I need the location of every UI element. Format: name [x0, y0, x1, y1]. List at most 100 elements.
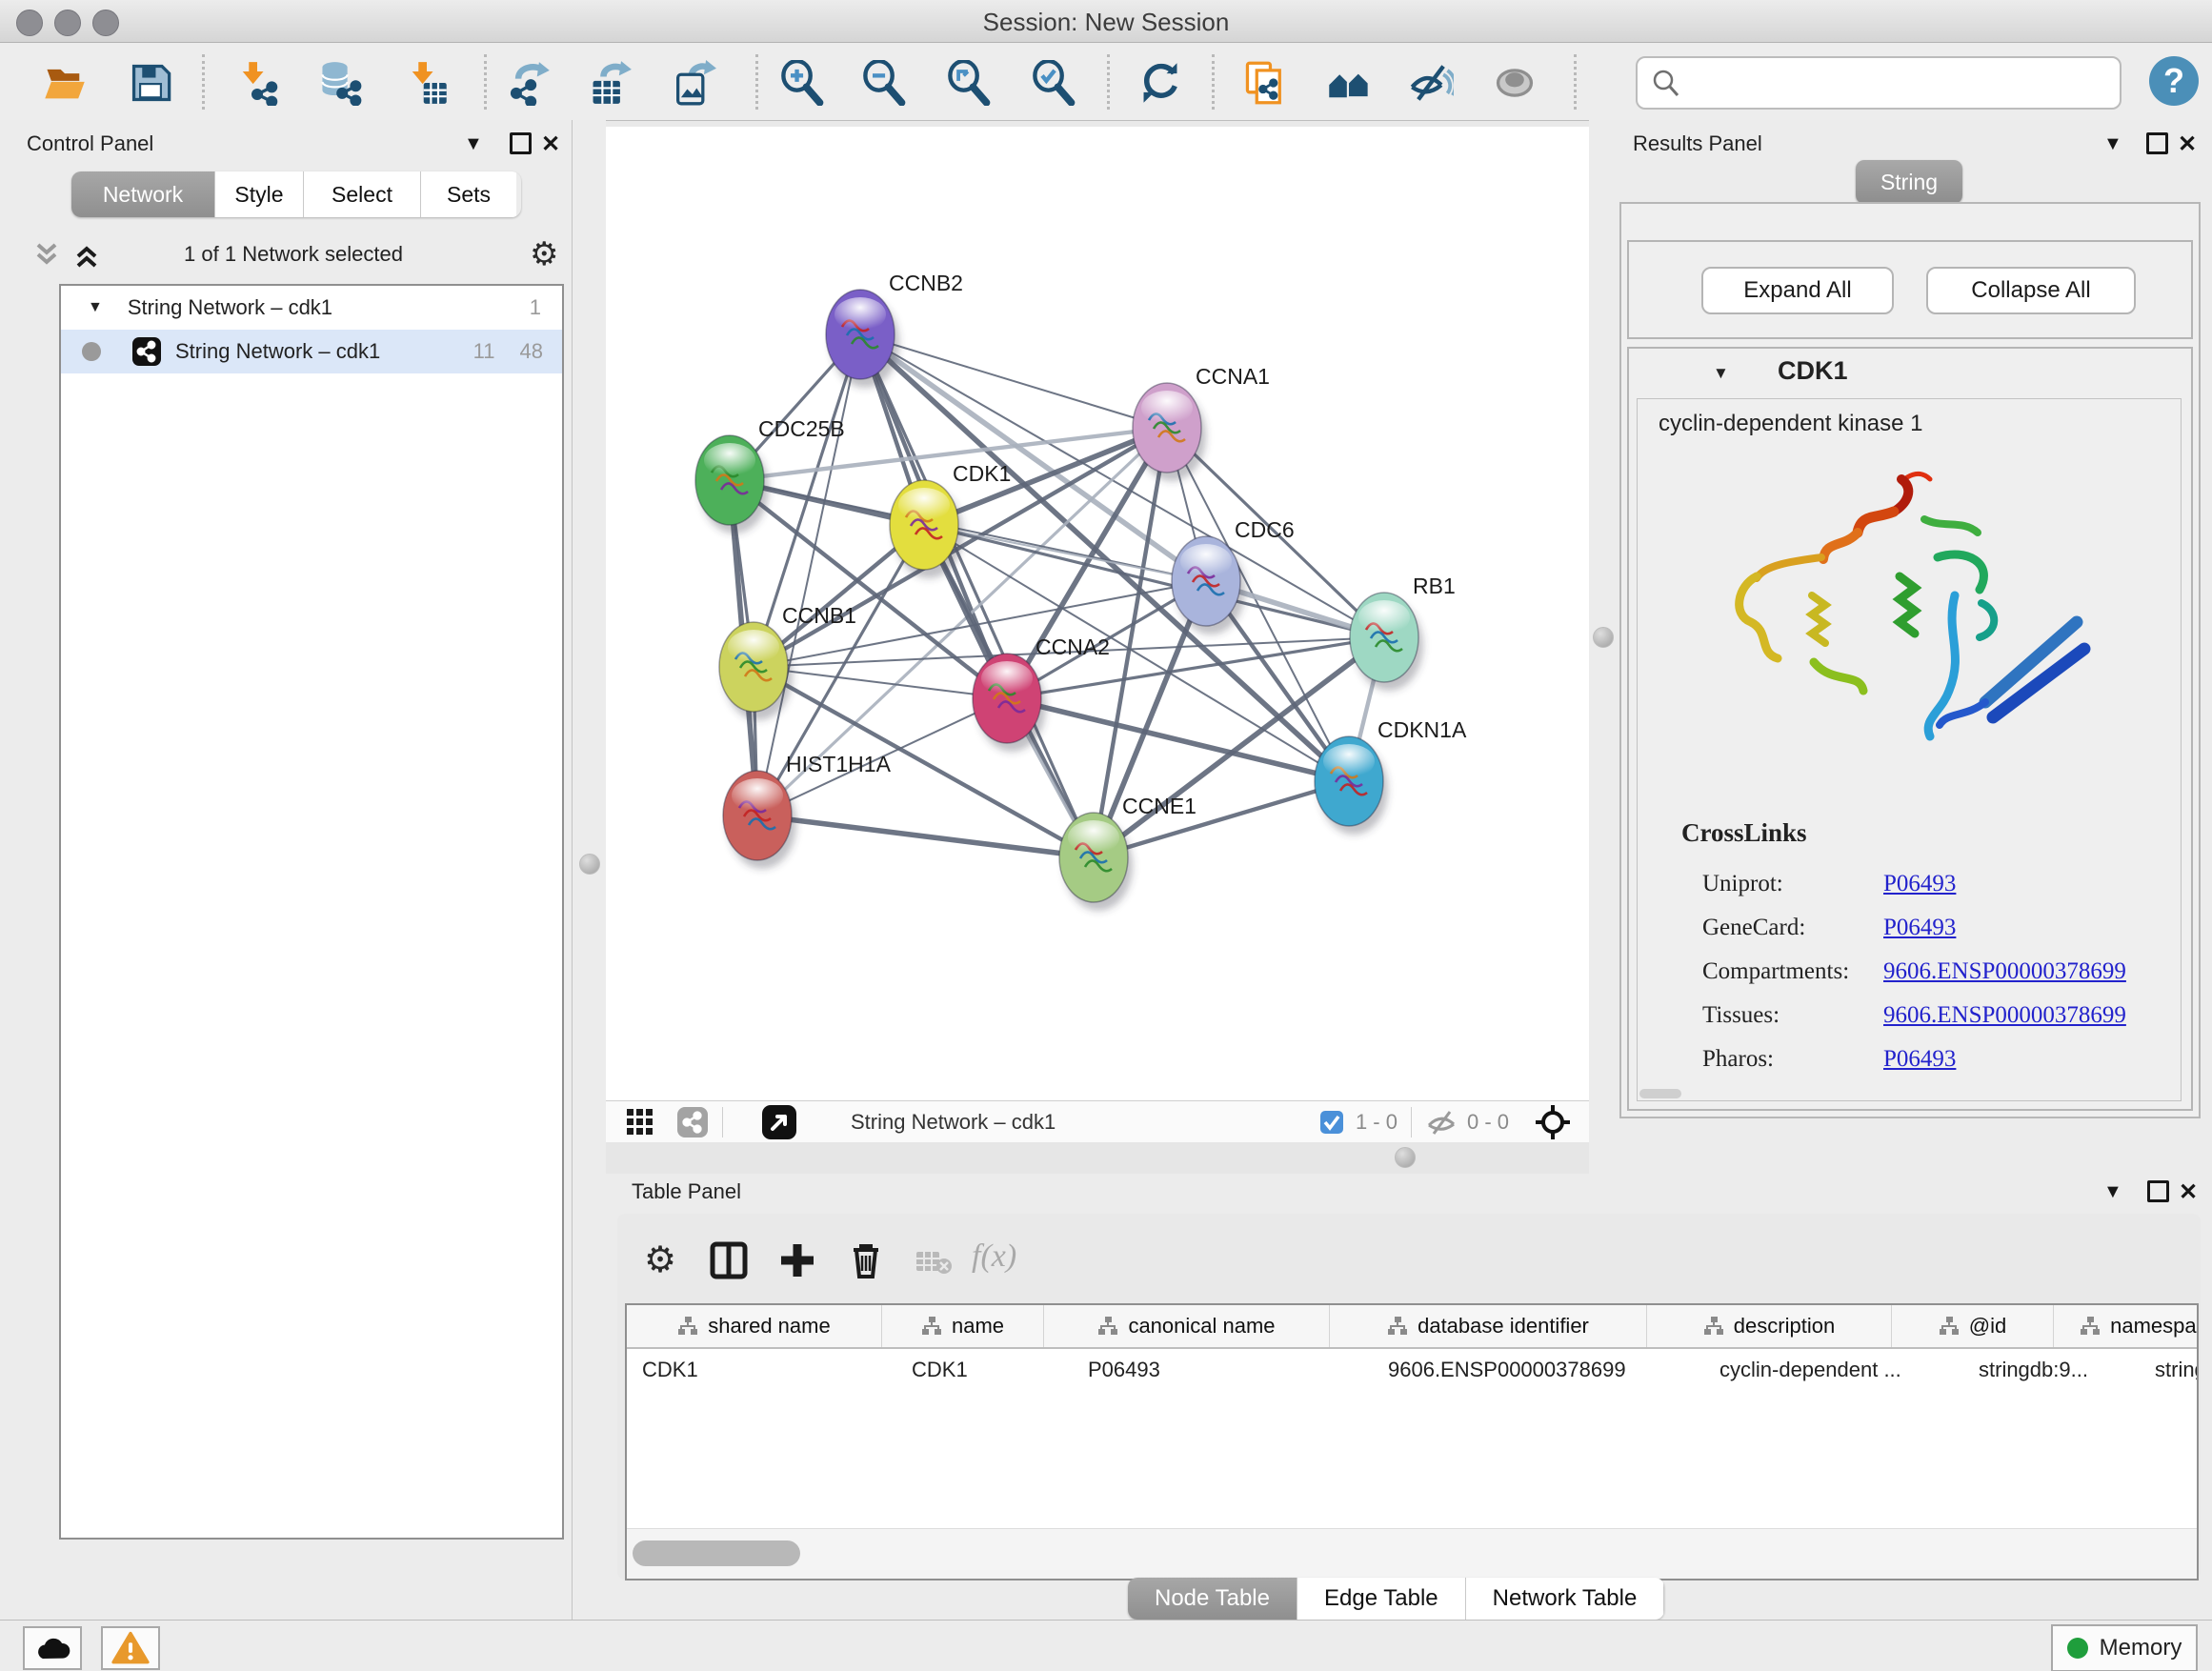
column-header-canonical-name[interactable]: canonical name: [1044, 1305, 1330, 1347]
network-node-RB1[interactable]: RB1: [1350, 574, 1456, 691]
cell-shared-name[interactable]: CDK1: [627, 1358, 896, 1382]
tab-select[interactable]: Select: [304, 171, 421, 217]
memory-button[interactable]: Memory: [2051, 1624, 2198, 1671]
network-row[interactable]: String Network – cdk1 11 48: [61, 330, 562, 373]
edge-CCNB2-CCNA1[interactable]: [860, 334, 1167, 428]
delete-column-icon[interactable]: [846, 1240, 886, 1280]
cloud-button[interactable]: [23, 1626, 82, 1670]
crosslink-compartments-link[interactable]: 9606.ENSP00000378699: [1883, 950, 2126, 994]
horizontal-splitter-knob[interactable]: [1395, 1147, 1416, 1168]
tab-network[interactable]: Network: [71, 171, 215, 217]
crosslink-tissues-link[interactable]: 9606.ENSP00000378699: [1883, 994, 2126, 1037]
apply-layout-icon[interactable]: [1137, 60, 1183, 106]
column-header-namespace[interactable]: namespace: [2054, 1305, 2199, 1347]
tab-node-table[interactable]: Node Table: [1128, 1578, 1297, 1620]
protein-disclosure-icon[interactable]: ▼: [1713, 364, 1729, 383]
control-panel-menu-icon[interactable]: ▼: [464, 133, 483, 155]
search-input[interactable]: [1691, 62, 2104, 100]
crosslink-genecard-link[interactable]: P06493: [1883, 906, 1956, 950]
cell-canonical-name[interactable]: P06493: [1073, 1358, 1373, 1382]
table-hscrollbar[interactable]: [627, 1528, 2197, 1579]
column-header-shared-name[interactable]: shared name: [627, 1305, 882, 1347]
cell-namespace[interactable]: stringdb: [2140, 1358, 2199, 1382]
table-panel-menu-icon[interactable]: ▼: [2103, 1181, 2122, 1203]
grid-view-icon[interactable]: [625, 1107, 655, 1137]
results-panel-menu-icon[interactable]: ▼: [2103, 133, 2122, 155]
edge-CCNB2-CCNE1[interactable]: [860, 334, 1094, 857]
open-session-icon[interactable]: [42, 60, 88, 106]
fit-selected-crosshair-icon[interactable]: [1534, 1103, 1572, 1141]
tab-sets[interactable]: Sets: [421, 171, 516, 217]
network-panel-gear-icon[interactable]: ⚙: [530, 238, 558, 271]
expand-all-icon[interactable]: [70, 239, 103, 272]
toolbar-separator: [755, 54, 758, 110]
results-panel-float-icon[interactable]: [2146, 132, 2168, 154]
save-session-icon[interactable]: [128, 60, 173, 106]
table-panel-close-icon[interactable]: ✕: [2179, 1178, 2198, 1206]
zoom-fit-content-icon[interactable]: [946, 60, 992, 106]
network-node-CDC6[interactable]: CDC6: [1172, 517, 1295, 634]
results-panel-close-icon[interactable]: ✕: [2178, 131, 2197, 158]
network-node-CCNE1[interactable]: CCNE1: [1059, 794, 1196, 911]
horizontal-splitter[interactable]: [606, 1142, 1589, 1174]
left-splitter[interactable]: [573, 120, 606, 1620]
cell-database-identifier[interactable]: 9606.ENSP00000378699: [1373, 1358, 1704, 1382]
network-node-CCNA1[interactable]: CCNA1: [1133, 364, 1270, 481]
crosslink-pharos-link[interactable]: P06493: [1883, 1037, 1956, 1081]
tab-network-table[interactable]: Network Table: [1466, 1578, 1665, 1620]
export-table-icon[interactable]: [587, 60, 633, 106]
duplicate-network-icon[interactable]: [1242, 60, 1288, 106]
collapse-all-icon[interactable]: [30, 239, 63, 272]
cell-name[interactable]: CDK1: [896, 1358, 1073, 1382]
column-header-description[interactable]: description: [1647, 1305, 1892, 1347]
export-network-icon[interactable]: [506, 60, 552, 106]
birdseye-view-icon[interactable]: [761, 1104, 797, 1140]
edge-HIST1H1A-CCNE1[interactable]: [757, 815, 1094, 857]
tab-string[interactable]: String: [1856, 160, 1962, 204]
network-node-CCNB2[interactable]: CCNB2: [826, 271, 963, 388]
network-node-HIST1H1A[interactable]: HIST1H1A: [723, 752, 892, 869]
network-badge-gray-icon[interactable]: [676, 1106, 709, 1138]
collapse-all-button[interactable]: Collapse All: [1926, 267, 2136, 314]
zoom-selected-icon[interactable]: [1031, 60, 1076, 106]
zoom-out-icon[interactable]: [861, 60, 907, 106]
table-row[interactable]: CDK1 CDK1 P06493 9606.ENSP00000378699 cy…: [627, 1349, 2197, 1391]
network-canvas[interactable]: CCNB2CCNA1CDC25BCDK1CDC6RB1CCNB1CCNA2CDK…: [606, 127, 1589, 1100]
import-network-database-icon[interactable]: [317, 60, 363, 106]
edge-CCNB2-HIST1H1A[interactable]: [757, 334, 860, 815]
column-header-database-identifier[interactable]: database identifier: [1330, 1305, 1647, 1347]
network-node-CDKN1A[interactable]: CDKN1A: [1315, 717, 1467, 835]
network-collection-row[interactable]: ▼ String Network – cdk1 1: [61, 286, 562, 330]
export-image-icon[interactable]: [671, 60, 716, 106]
table-panel-float-icon[interactable]: [2147, 1180, 2169, 1202]
right-splitter-knob[interactable]: [1593, 627, 1614, 648]
import-network-file-icon[interactable]: [234, 60, 280, 106]
create-column-icon[interactable]: [777, 1240, 817, 1280]
cell-id[interactable]: stringdb:9...: [1963, 1358, 2140, 1382]
crosslink-uniprot-link[interactable]: P06493: [1883, 862, 1956, 906]
zoom-in-icon[interactable]: [779, 60, 825, 106]
table-gear-icon[interactable]: ⚙: [644, 1242, 676, 1278]
control-panel-close-icon[interactable]: ✕: [541, 131, 560, 158]
network-node-CCNA2[interactable]: CCNA2: [973, 634, 1110, 752]
left-splitter-knob[interactable]: [579, 854, 600, 875]
table-hscroll-thumb[interactable]: [633, 1540, 800, 1566]
help-icon[interactable]: ?: [2147, 54, 2201, 108]
column-header-id[interactable]: @id: [1892, 1305, 2054, 1347]
first-neighbors-icon[interactable]: [1326, 60, 1372, 106]
show-all-icon[interactable]: [1492, 60, 1538, 106]
tab-edge-table[interactable]: Edge Table: [1297, 1578, 1466, 1620]
results-hscroll-thumb[interactable]: [1639, 1089, 1681, 1098]
hide-selection-icon[interactable]: [1408, 60, 1454, 106]
warnings-button[interactable]: [101, 1626, 160, 1670]
disclosure-triangle-icon[interactable]: ▼: [88, 299, 103, 316]
expand-all-button[interactable]: Expand All: [1701, 267, 1894, 314]
tab-style[interactable]: Style: [215, 171, 304, 217]
cell-description[interactable]: cyclin-dependent ...: [1704, 1358, 1963, 1382]
edge-CDKN1A-CCNE1[interactable]: [1094, 781, 1349, 857]
show-columns-icon[interactable]: [709, 1240, 749, 1280]
column-header-name[interactable]: name: [882, 1305, 1044, 1347]
selected-checkbox-icon[interactable]: [1319, 1110, 1344, 1135]
control-panel-float-icon[interactable]: [510, 132, 532, 154]
import-table-file-icon[interactable]: [404, 60, 450, 106]
